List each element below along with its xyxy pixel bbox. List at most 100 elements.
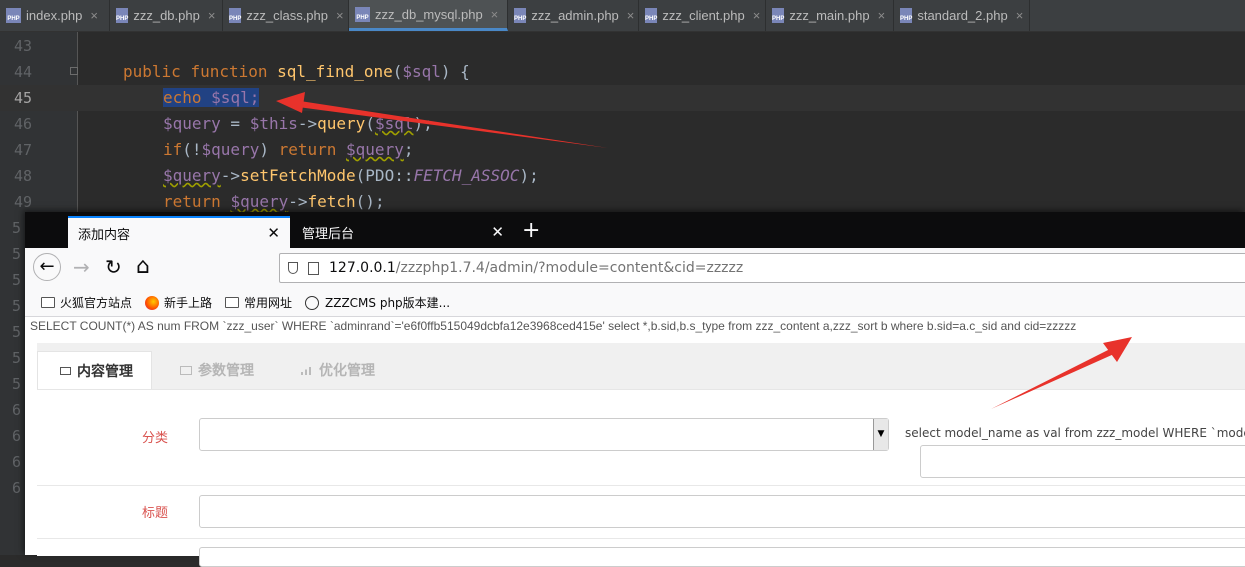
- tab-parameter-management[interactable]: 参数管理: [180, 351, 254, 389]
- ide-tab-label: zzz_client.php: [662, 8, 745, 23]
- forward-icon[interactable]: →: [73, 254, 90, 280]
- page-info-icon[interactable]: [308, 261, 319, 275]
- close-icon[interactable]: ✕: [491, 223, 504, 241]
- back-icon[interactable]: ←: [33, 253, 61, 281]
- ide-tab-label: zzz_admin.php: [531, 8, 619, 23]
- bookmark-zzzcms[interactable]: ZZZCMS php版本建...: [305, 294, 450, 311]
- ide-tab-index[interactable]: PHP index.php ×: [0, 0, 110, 31]
- title-label: 标题: [142, 506, 169, 521]
- model-input[interactable]: [920, 445, 1245, 478]
- code-line-46: 46 $query = $this->query($sql);: [0, 111, 1245, 137]
- tab-label: 参数管理: [198, 363, 254, 379]
- code-line-48: 48 $query->setFetchMode(PDO::FETCH_ASSOC…: [0, 163, 1245, 189]
- folder-icon: [41, 297, 55, 308]
- next-field-input[interactable]: [199, 547, 1245, 567]
- line-number: 5: [12, 219, 22, 237]
- admin-panel: 内容管理 参数管理 优化管理 分类 ▼ select model_name as…: [37, 343, 1245, 567]
- line-number: 6: [12, 453, 22, 471]
- ide-tab-bar: PHP index.php × PHP zzz_db.php × PHP zzz…: [0, 0, 1245, 32]
- ide-tab-zzz-db[interactable]: PHP zzz_db.php ×: [110, 0, 223, 31]
- ide-tab-zzz-main[interactable]: PHP zzz_main.php ×: [766, 0, 894, 31]
- ide-tab-zzz-db-mysql[interactable]: PHP zzz_db_mysql.php ×: [349, 0, 508, 31]
- code-text: public function sql_find_one($sql) {: [123, 62, 470, 81]
- url-bar[interactable]: 127.0.0.1/zzzphp1.7.4/admin/?module=cont…: [279, 253, 1245, 283]
- close-icon[interactable]: ✕: [267, 224, 280, 242]
- close-icon[interactable]: ×: [208, 8, 216, 23]
- shield-icon[interactable]: [288, 262, 298, 274]
- close-icon[interactable]: ×: [1016, 8, 1024, 23]
- chevron-down-icon[interactable]: ▼: [873, 419, 888, 450]
- code-text: echo $sql;: [163, 88, 260, 107]
- tab-label: 优化管理: [319, 363, 375, 379]
- code-text: $query->setFetchMode(PDO::FETCH_ASSOC);: [163, 166, 539, 185]
- model-sql-output: select model_name as val from zzz_model …: [905, 426, 1245, 440]
- browser-tab-add-content[interactable]: 添加内容 ✕: [68, 216, 290, 248]
- browser-tab-label: 添加内容: [78, 227, 131, 243]
- bookmark-getting-started[interactable]: 新手上路: [145, 294, 212, 311]
- php-file-icon: PHP: [645, 8, 658, 23]
- code-text: $query = $this->query($sql);: [163, 114, 433, 133]
- ide-tab-zzz-admin[interactable]: PHP zzz_admin.php ×: [508, 0, 639, 31]
- close-icon[interactable]: ×: [753, 8, 761, 23]
- line-number: 5: [12, 245, 22, 263]
- bookmark-label: 常用网址: [244, 296, 293, 310]
- php-file-icon: PHP: [6, 8, 21, 23]
- category-label: 分类: [142, 431, 169, 446]
- sql-debug-output: SELECT COUNT(*) AS num FROM `zzz_user` W…: [30, 319, 1077, 333]
- ide-tab-label: zzz_db_mysql.php: [375, 6, 483, 22]
- ide-tab-zzz-client[interactable]: PHP zzz_client.php ×: [639, 0, 766, 31]
- php-file-icon: PHP: [355, 6, 370, 22]
- bookmarks-toolbar: 火狐官方站点 新手上路 常用网址 ZZZCMS php版本建...: [25, 288, 1245, 317]
- tab-optimization-management[interactable]: 优化管理: [301, 351, 375, 389]
- bookmark-label: 新手上路: [164, 296, 213, 310]
- close-icon[interactable]: ×: [491, 7, 499, 22]
- bookmark-common-sites[interactable]: 常用网址: [225, 294, 292, 311]
- browser-tab-admin[interactable]: 管理后台 ✕: [292, 216, 514, 248]
- php-file-icon: PHP: [900, 8, 913, 23]
- close-icon[interactable]: ×: [627, 8, 635, 23]
- content-form: 分类 ▼ select model_name as val from zzz_m…: [37, 389, 1245, 567]
- tab-content-management[interactable]: 内容管理: [37, 351, 152, 389]
- monitor-icon: [180, 365, 192, 375]
- close-icon[interactable]: ×: [90, 8, 98, 23]
- close-icon[interactable]: ×: [336, 8, 344, 23]
- code-line-47: 47 if(!$query) return $query;: [0, 137, 1245, 163]
- line-number: 5: [12, 375, 22, 393]
- line-number: 5: [12, 271, 22, 289]
- ide-tab-standard-2[interactable]: PHP standard_2.php ×: [894, 0, 1030, 31]
- title-input[interactable]: [199, 495, 1245, 528]
- line-number: 44: [13, 63, 32, 81]
- home-icon[interactable]: ⌂: [136, 254, 150, 280]
- bar-chart-icon: [301, 367, 313, 375]
- category-select[interactable]: ▼: [199, 418, 889, 451]
- bookmark-label: 火狐官方站点: [60, 296, 133, 310]
- php-file-icon: PHP: [772, 8, 785, 23]
- line-number: 45: [13, 89, 32, 107]
- line-number: 5: [12, 297, 22, 315]
- bookmark-label: ZZZCMS php版本建...: [325, 296, 451, 310]
- ide-tab-zzz-class[interactable]: PHP zzz_class.php ×: [223, 0, 349, 31]
- fold-icon[interactable]: [70, 67, 78, 75]
- close-icon[interactable]: ×: [878, 8, 886, 23]
- firefox-icon: [145, 295, 159, 310]
- php-file-icon: PHP: [229, 8, 242, 23]
- tab-label: 内容管理: [77, 363, 133, 380]
- folder-icon: [225, 297, 239, 308]
- divider: [37, 485, 1245, 486]
- monitor-icon: [60, 366, 71, 375]
- url-text: 127.0.0.1/zzzphp1.7.4/admin/?module=cont…: [329, 260, 744, 276]
- line-number: 5: [12, 349, 22, 367]
- line-number: 6: [12, 427, 22, 445]
- line-number: 47: [13, 141, 32, 159]
- browser-window: 添加内容 ✕ 管理后台 ✕ + ← → ↻ ⌂ 127.0.0.1/zzzphp…: [25, 212, 1245, 567]
- browser-tab-label: 管理后台: [302, 226, 355, 242]
- code-line-43: 43: [0, 33, 1245, 59]
- reload-icon[interactable]: ↻: [105, 254, 122, 280]
- ide-tab-label: index.php: [26, 8, 83, 23]
- new-tab-icon[interactable]: +: [522, 218, 540, 243]
- page-content: SELECT COUNT(*) AS num FROM `zzz_user` W…: [25, 317, 1245, 567]
- code-line-45: 45 echo $sql;: [0, 85, 1245, 111]
- bookmark-firefox-official[interactable]: 火狐官方站点: [41, 294, 132, 311]
- php-file-icon: PHP: [514, 8, 527, 23]
- code-line-44: 44 public function sql_find_one($sql) {: [0, 59, 1245, 85]
